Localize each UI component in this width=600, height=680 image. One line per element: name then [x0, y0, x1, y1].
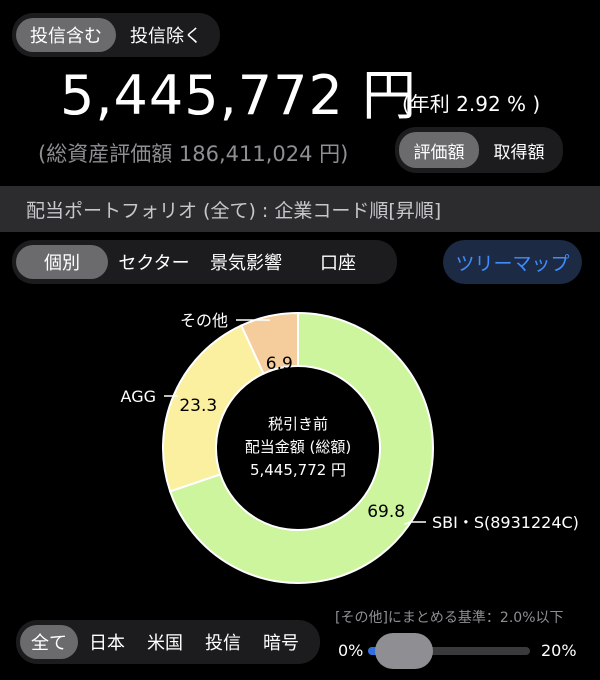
center-label-line-2: 配当金額 (総額) [245, 438, 351, 456]
section-title: 配当ポートフォリオ (全て) : 企業コード順[昇順] [26, 199, 442, 222]
center-label-line-1: 税引き前 [268, 415, 328, 433]
view-mode-tabs: 個別 セクター 景気影響 口座 [12, 240, 397, 284]
holdings-scope-toggle: 投信含む 投信除く [12, 13, 220, 57]
dividend-donut-chart: 69.8 23.3 6.9 SBI・S(8931224C) AGG その他 税引き前 配… [121, 311, 579, 584]
tab-sector[interactable]: セクター [108, 245, 200, 279]
filter-crypto[interactable]: 暗号 [252, 625, 310, 659]
tab-individual[interactable]: 個別 [16, 245, 108, 279]
total-assets-value: (総資産評価額 186,411,024 円) [38, 142, 349, 166]
filter-us[interactable]: 米国 [136, 625, 194, 659]
section-header: 配当ポートフォリオ (全て) : 企業コード順[昇順] [0, 186, 600, 232]
slice-value-label: 23.3 [179, 396, 217, 416]
exclude-funds-option[interactable]: 投信除く [116, 18, 216, 52]
annual-yield: (年利 2.92 % ) [402, 92, 541, 116]
filter-japan[interactable]: 日本 [78, 625, 136, 659]
slider-min-label: 0% [338, 641, 364, 660]
treemap-button[interactable]: ツリーマップ [443, 240, 582, 284]
acquisition-value-option[interactable]: 取得額 [479, 132, 559, 168]
slider-max-label: 20% [541, 641, 577, 660]
tab-account[interactable]: 口座 [292, 245, 384, 279]
valuation-basis-toggle: 評価額 取得額 [395, 127, 563, 173]
slice-name-label: SBI・S(8931224C) [432, 513, 579, 532]
filter-all[interactable]: 全て [20, 625, 78, 659]
tab-economic-impact[interactable]: 景気影響 [200, 245, 292, 279]
slice-name-label: AGG [121, 387, 156, 406]
include-funds-option[interactable]: 投信含む [16, 18, 116, 52]
slice-value-label: 6.9 [266, 354, 293, 374]
market-value-option[interactable]: 評価額 [399, 132, 479, 168]
threshold-slider-thumb[interactable] [375, 633, 433, 669]
center-label-line-3: 5,445,772 円 [250, 461, 346, 479]
slice-value-label: 69.8 [367, 502, 405, 522]
treemap-button-label: ツリーマップ [455, 252, 570, 275]
slice-name-label: その他 [180, 311, 228, 330]
region-filter: 全て 日本 米国 投信 暗号 [16, 620, 320, 664]
filter-funds[interactable]: 投信 [194, 625, 252, 659]
other-threshold-label: [その他]にまとめる基準：2.0%以下 [335, 610, 564, 626]
dividend-total-value: 5,445,772 円 [60, 64, 417, 127]
